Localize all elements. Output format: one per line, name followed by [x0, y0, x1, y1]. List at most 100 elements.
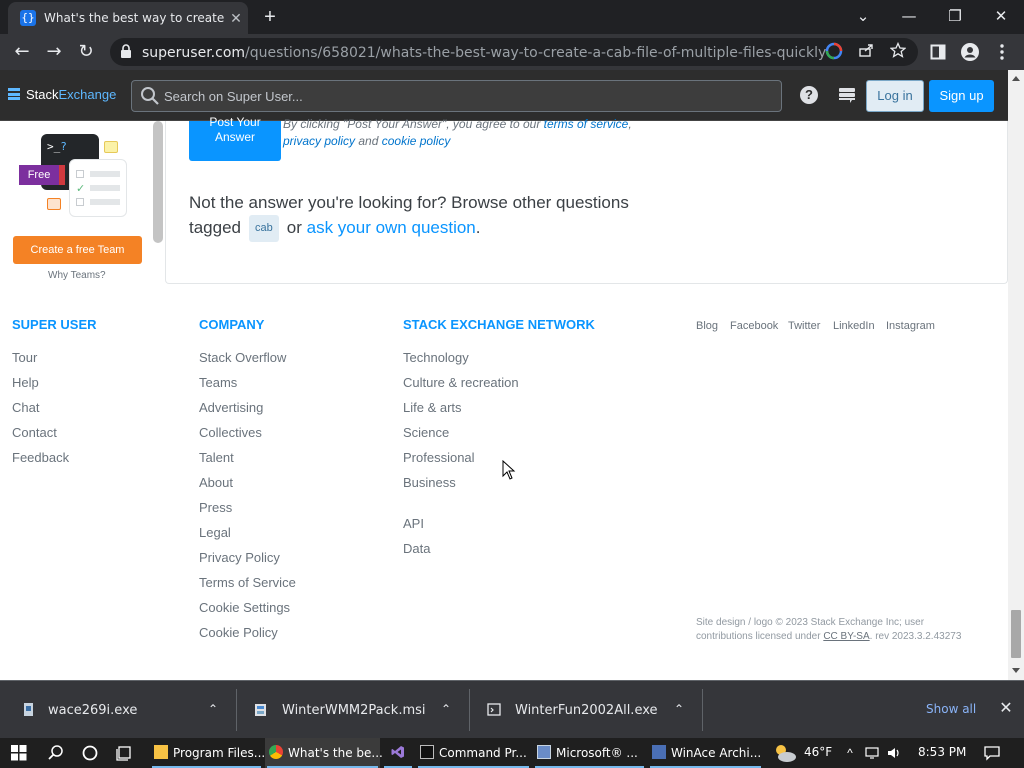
footer-link[interactable]: Culture & recreation [403, 375, 519, 390]
footer-link[interactable]: Collectives [199, 425, 262, 440]
footer-social-link[interactable]: Facebook [730, 320, 778, 332]
taskbar-app[interactable] [382, 738, 414, 768]
search-input[interactable]: Search on Super User... [131, 80, 782, 112]
why-teams-link[interactable]: Why Teams? [48, 270, 106, 281]
chevron-up-icon[interactable]: ⌃ [204, 700, 222, 718]
notifications-icon[interactable] [984, 745, 1000, 761]
taskbar-app[interactable]: Program Files... [150, 738, 265, 768]
page-scrollbar[interactable] [1008, 70, 1024, 680]
browser-tab[interactable]: {} What's the best way to create a .c ✕ [8, 2, 248, 34]
site-header: StackExchange Search on Super User... ? … [0, 70, 1008, 121]
download-item[interactable]: WinterFun2002All.exe ⌃ [470, 681, 702, 739]
terms-link[interactable]: terms of service [544, 117, 629, 131]
create-free-team-button[interactable]: Create a free Team [13, 236, 142, 264]
download-item[interactable]: WinterWMM2Pack.msi ⌃ [237, 681, 469, 739]
footer-link[interactable]: Feedback [12, 450, 69, 465]
help-icon[interactable]: ? [800, 86, 818, 104]
footer-social-link[interactable]: Twitter [788, 320, 820, 332]
search-icon[interactable] [40, 738, 72, 768]
footer-link[interactable]: Legal [199, 525, 231, 540]
address-bar[interactable]: superuser.com/questions/658021/whats-the… [110, 38, 918, 66]
network-icon[interactable] [864, 745, 880, 761]
window-close-button[interactable]: ✕ [986, 4, 1016, 28]
show-all-downloads-button[interactable]: Show all [926, 702, 976, 716]
footer-link[interactable]: Talent [199, 450, 234, 465]
chevron-up-icon[interactable]: ⌃ [670, 700, 688, 718]
footer-link[interactable]: Chat [12, 400, 39, 415]
taskbar-app[interactable]: WinAce Archi... [648, 738, 763, 768]
volume-icon[interactable] [886, 745, 902, 761]
weather-icon[interactable] [772, 742, 798, 764]
footer-heading-super-user[interactable]: SUPER USER [12, 317, 97, 332]
clock[interactable]: 8:53 PM [918, 745, 966, 759]
footer-link[interactable]: Tour [12, 350, 37, 365]
sign-up-button[interactable]: Sign up [929, 80, 994, 112]
sidebar-icon[interactable] [926, 40, 950, 64]
taskbar-app[interactable]: Command Pr... [416, 738, 531, 768]
tab-close-icon[interactable]: ✕ [226, 8, 246, 28]
privacy-link[interactable]: privacy policy [283, 134, 355, 148]
scroll-thumb[interactable] [1011, 610, 1021, 658]
sidebar-scrollbar[interactable] [153, 121, 163, 243]
footer-link[interactable]: Privacy Policy [199, 550, 280, 565]
google-lens-icon[interactable] [824, 42, 844, 62]
stackexchange-logo[interactable]: StackExchange [8, 87, 116, 102]
back-button[interactable]: ← [10, 40, 34, 64]
task-view-icon[interactable] [108, 738, 142, 768]
chevron-up-icon[interactable]: ⌃ [437, 700, 455, 718]
post-answer-button[interactable]: Post Your Answer [189, 115, 281, 161]
windows-start-icon[interactable] [0, 738, 38, 768]
footer-link[interactable]: Press [199, 500, 232, 515]
footer-link[interactable]: Contact [12, 425, 57, 440]
tab-search-icon[interactable]: ⌄ [848, 4, 878, 28]
ask-question-link[interactable]: ask your own question [307, 218, 476, 237]
temperature[interactable]: 46°F [804, 745, 832, 759]
cookie-link[interactable]: cookie policy [382, 134, 451, 148]
footer-link[interactable]: Terms of Service [199, 575, 296, 590]
footer-heading-network[interactable]: STACK EXCHANGE NETWORK [403, 317, 595, 332]
license-link[interactable]: CC BY-SA [823, 631, 869, 642]
mouse-cursor-icon [502, 460, 516, 480]
footer-link[interactable]: API [403, 516, 424, 531]
minimize-button[interactable]: — [894, 4, 924, 28]
new-tab-button[interactable]: + [258, 5, 282, 29]
share-icon[interactable] [856, 42, 876, 62]
forward-button[interactable]: → [42, 40, 66, 64]
footer-link[interactable]: Data [403, 541, 430, 556]
footer-link[interactable]: Teams [199, 375, 237, 390]
taskbar-app[interactable]: Microsoft® ... [533, 738, 646, 768]
footer-link[interactable]: Technology [403, 350, 469, 365]
footer-heading-company[interactable]: COMPANY [199, 317, 264, 332]
footer-social-link[interactable]: Instagram [886, 320, 935, 332]
browser-menu-icon[interactable] [990, 40, 1014, 64]
star-icon[interactable] [888, 41, 908, 62]
site-switcher-icon[interactable] [838, 86, 856, 104]
reload-button[interactable]: ↻ [74, 40, 98, 64]
footer-link[interactable]: Advertising [199, 400, 263, 415]
tray-chevron-up-icon[interactable]: ^ [842, 745, 858, 761]
download-item[interactable]: wace269i.exe ⌃ [0, 681, 236, 739]
profile-icon[interactable] [958, 40, 982, 64]
footer-link[interactable]: Life & arts [403, 400, 462, 415]
footer-link[interactable]: Professional [403, 450, 475, 465]
log-in-button[interactable]: Log in [866, 80, 924, 112]
footer-link[interactable]: Cookie Settings [199, 600, 290, 615]
footer-link[interactable]: Cookie Policy [199, 625, 278, 640]
close-downloads-icon[interactable]: ✕ [996, 699, 1016, 719]
scroll-up-icon[interactable] [1012, 76, 1020, 81]
tag-cab[interactable]: cab [249, 215, 279, 242]
footer-social-link[interactable]: Blog [696, 320, 718, 332]
download-filename: wace269i.exe [48, 703, 138, 718]
footer-link[interactable]: Science [403, 425, 449, 440]
footer-social-link[interactable]: LinkedIn [833, 320, 875, 332]
cortana-icon[interactable] [74, 738, 106, 768]
restore-button[interactable]: ❐ [940, 4, 970, 28]
scroll-down-icon[interactable] [1012, 668, 1020, 673]
footer-link[interactable]: Help [12, 375, 39, 390]
free-badge: Free [19, 165, 65, 185]
lock-icon[interactable] [120, 44, 132, 58]
taskbar-app-active[interactable]: What's the be... [265, 738, 383, 768]
footer-link[interactable]: Business [403, 475, 456, 490]
footer-link[interactable]: Stack Overflow [199, 350, 286, 365]
footer-link[interactable]: About [199, 475, 233, 490]
